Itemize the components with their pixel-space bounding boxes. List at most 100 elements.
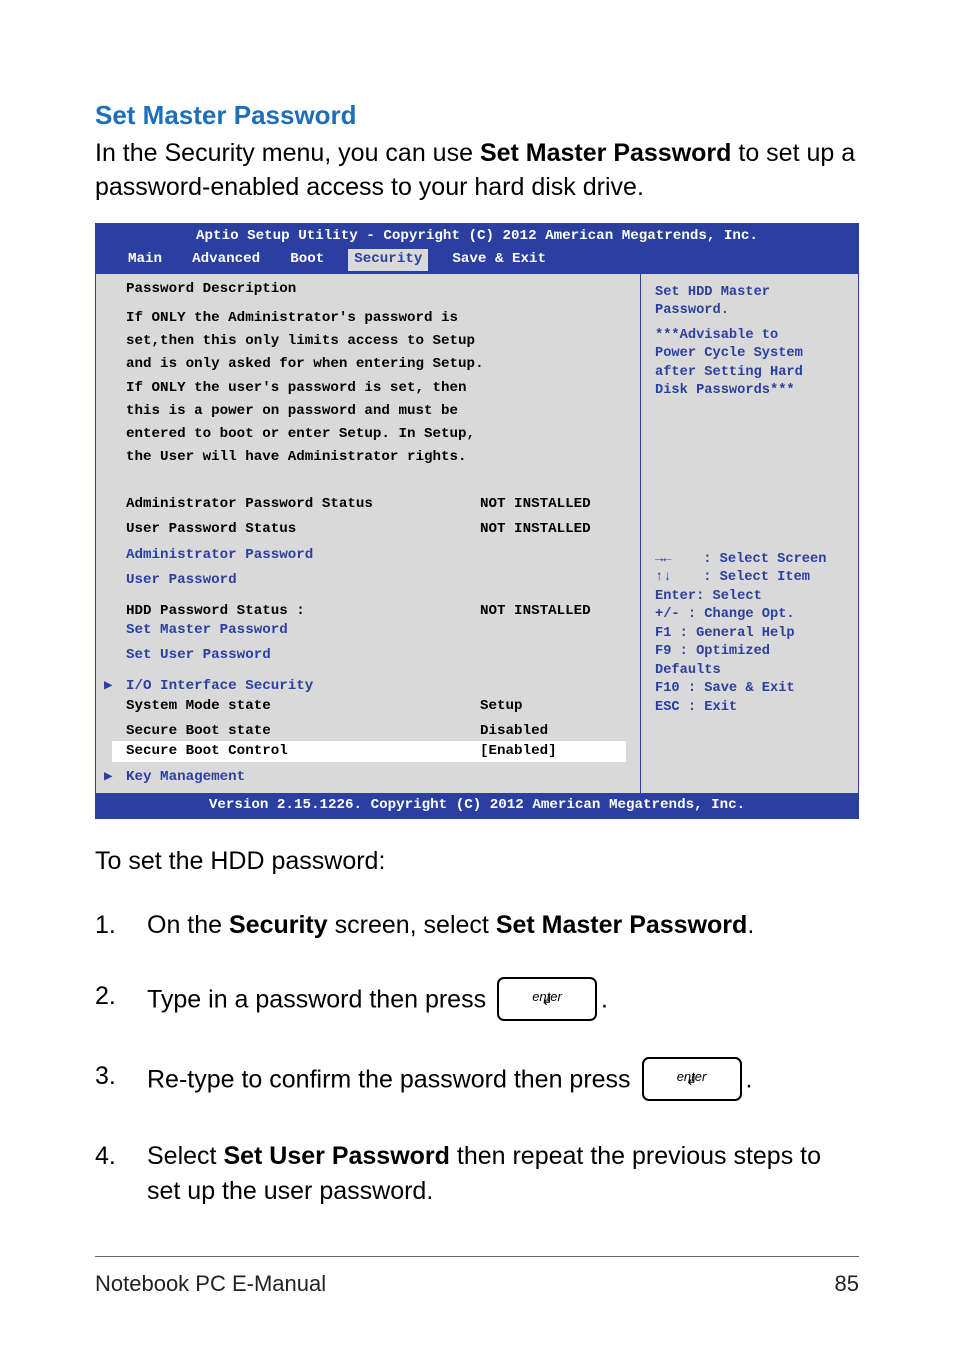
pw-desc-line: If ONLY the user's password is set, then (126, 379, 622, 398)
right-info-line: Power Cycle System (655, 345, 846, 363)
pw-desc-line: this is a power on password and must be (126, 402, 622, 421)
steps-list: 1. On the Security screen, select Set Ma… (95, 908, 859, 1209)
intro-bold: Set Master Password (480, 139, 732, 167)
pw-desc-line: and is only asked for when entering Setu… (126, 355, 622, 374)
bios-body: Password Description If ONLY the Adminis… (96, 274, 858, 793)
row-key-management[interactable]: Key Management (126, 768, 622, 787)
row-secure-boot-state: Secure Boot state Disabled (126, 722, 622, 741)
help-line: F9 : Optimized (655, 643, 846, 661)
return-arrow-icon: ↲ (686, 1071, 698, 1091)
bios-setup-screenshot: Aptio Setup Utility - Copyright (C) 2012… (95, 223, 859, 820)
value: NOT INSTALLED (480, 602, 622, 621)
right-info-line: Set HDD Master (655, 284, 846, 302)
right-info-line: ***Advisable to (655, 327, 846, 345)
step-text: Select (147, 1142, 223, 1170)
help-line: Defaults (655, 662, 846, 680)
step-bold: Security (229, 911, 328, 939)
step-bold: Set Master Password (496, 911, 748, 939)
help-text: : Select Item (695, 570, 810, 585)
help-text: : Select Screen (695, 552, 826, 567)
step-text: On the (147, 911, 229, 939)
pw-desc-line: If ONLY the Administrator's password is (126, 309, 622, 328)
bios-left-pane: Password Description If ONLY the Adminis… (96, 274, 640, 793)
value: NOT INSTALLED (480, 520, 622, 539)
step-number: 2. (95, 979, 147, 1014)
enter-key-icon: enter ↲ (642, 1057, 742, 1101)
row-system-mode-state: System Mode state Setup (126, 697, 622, 716)
right-info-line: Disk Passwords*** (655, 382, 846, 400)
label: System Mode state (126, 697, 480, 716)
row-user-pw-status: User Password Status NOT INSTALLED (126, 520, 622, 539)
tab-main[interactable]: Main (122, 249, 168, 271)
tab-boot[interactable]: Boot (284, 249, 330, 271)
bios-tabs: Main Advanced Boot Security Save & Exit (96, 249, 858, 274)
help-line: F1 : General Help (655, 625, 846, 643)
label: Key Management (126, 768, 622, 787)
help-line: F10 : Save & Exit (655, 680, 846, 698)
step-2: 2. Type in a password then press enter ↲… (95, 979, 859, 1023)
footer-left: Notebook PC E-Manual (95, 1271, 326, 1297)
row-set-user-pw[interactable]: Set User Password (126, 646, 622, 665)
step-number: 4. (95, 1139, 147, 1174)
step-number: 3. (95, 1059, 147, 1094)
value: [Enabled] (480, 742, 622, 761)
enter-key-icon: enter ↲ (497, 977, 597, 1021)
label: Set Master Password (126, 621, 622, 640)
label: Secure Boot state (126, 722, 480, 741)
bios-right-pane: Set HDD Master Password. ***Advisable to… (640, 274, 858, 793)
step-1: 1. On the Security screen, select Set Ma… (95, 908, 859, 943)
footer-rule (95, 1256, 859, 1257)
step-4: 4. Select Set User Password then repeat … (95, 1139, 859, 1209)
help-line: +/- : Change Opt. (655, 606, 846, 624)
post-box-line: To set the HDD password: (95, 847, 859, 876)
bios-title-bar: Aptio Setup Utility - Copyright (C) 2012… (96, 224, 858, 249)
submenu-arrow-icon: ▶ (104, 677, 113, 696)
bios-help-block: →← : Select Screen ↑↓ : Select Item Ente… (655, 551, 846, 717)
pw-desc-line: set,then this only limits access to Setu… (126, 332, 622, 351)
label: User Password (126, 571, 622, 590)
row-admin-pw[interactable]: Administrator Password (126, 546, 622, 565)
row-admin-pw-status: Administrator Password Status NOT INSTAL… (126, 495, 622, 514)
step-text: Re-type to confirm the password then pre… (147, 1066, 638, 1094)
row-io-interface-security[interactable]: I/O Interface Security (126, 677, 622, 696)
intro-paragraph: In the Security menu, you can use Set Ma… (95, 137, 859, 205)
step-text: . (601, 986, 608, 1014)
footer-page-number: 85 (835, 1271, 859, 1297)
label: I/O Interface Security (126, 677, 622, 696)
page: Set Master Password In the Security menu… (0, 0, 954, 1209)
step-bold: Set User Password (223, 1142, 450, 1170)
password-description-title: Password Description (126, 280, 622, 299)
label: Administrator Password (126, 546, 622, 565)
tab-security[interactable]: Security (348, 249, 428, 271)
help-line: ESC : Exit (655, 699, 846, 717)
label: Secure Boot Control (126, 742, 480, 761)
section-heading: Set Master Password (95, 100, 859, 131)
step-text: . (746, 1066, 753, 1094)
row-hdd-pw-status: HDD Password Status : NOT INSTALLED (126, 602, 622, 621)
label: HDD Password Status : (126, 602, 480, 621)
pw-desc-line: entered to boot or enter Setup. In Setup… (126, 425, 622, 444)
step-number: 1. (95, 908, 147, 943)
help-key: ↑↓ (655, 569, 695, 587)
row-user-pw[interactable]: User Password (126, 571, 622, 590)
value: Disabled (480, 722, 622, 741)
label: User Password Status (126, 520, 480, 539)
step-3: 3. Re-type to confirm the password then … (95, 1059, 859, 1103)
row-secure-boot-control-selected[interactable]: Secure Boot Control [Enabled] (112, 741, 626, 762)
pw-desc-line: the User will have Administrator rights. (126, 448, 622, 467)
step-text: Type in a password then press (147, 986, 493, 1014)
help-key: →← (655, 551, 695, 569)
step-text: . (747, 911, 754, 939)
label: Administrator Password Status (126, 495, 480, 514)
tab-save-exit[interactable]: Save & Exit (446, 249, 552, 271)
value: Setup (480, 697, 622, 716)
tab-advanced[interactable]: Advanced (186, 249, 266, 271)
value: NOT INSTALLED (480, 495, 622, 514)
row-set-master-pw[interactable]: Set Master Password (126, 621, 622, 640)
submenu-arrow-icon: ▶ (104, 768, 113, 787)
help-line: Enter: Select (655, 588, 846, 606)
step-text: screen, select (328, 911, 496, 939)
label: Set User Password (126, 646, 622, 665)
right-info-line: after Setting Hard (655, 364, 846, 382)
return-arrow-icon: ↲ (541, 991, 553, 1011)
